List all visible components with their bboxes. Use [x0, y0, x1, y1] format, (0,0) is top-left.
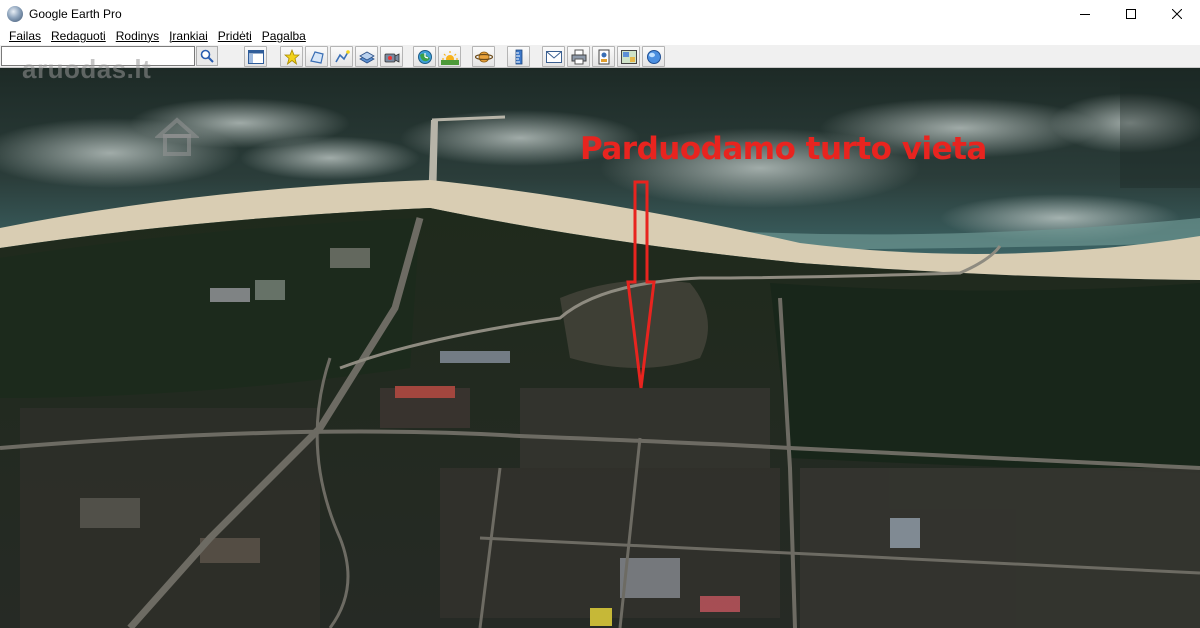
menu-bar: Failas Redaguoti Rodinys Įrankiai Pridėt…: [0, 27, 1200, 45]
title-bar: Google Earth Pro: [0, 0, 1200, 27]
print-icon: [571, 49, 586, 64]
add-placemark-icon: [283, 48, 300, 65]
magnifier-icon: [200, 49, 214, 63]
window-controls: [1062, 0, 1200, 27]
menu-failas[interactable]: Failas: [4, 29, 46, 43]
watermark-text: aruodas.lt: [22, 54, 152, 84]
toolbar: [0, 45, 1200, 68]
menu-redaguoti[interactable]: Redaguoti: [46, 29, 111, 43]
search-button[interactable]: [196, 46, 218, 66]
add-path-icon: [334, 49, 350, 62]
google-earth-app-icon: [7, 5, 23, 22]
planets-button[interactable]: [472, 46, 495, 67]
add-placemark-button[interactable]: [280, 46, 303, 67]
sidebar-toggle-button[interactable]: [244, 46, 267, 67]
ruler-icon: [515, 49, 522, 64]
web-globe-button[interactable]: [642, 46, 665, 67]
email-button[interactable]: [542, 46, 565, 67]
sunlight-icon: [440, 50, 459, 65]
record-tour-button[interactable]: [380, 46, 403, 67]
window-title: Google Earth Pro: [29, 6, 122, 21]
add-polygon-button[interactable]: [305, 46, 328, 67]
menu-prideti[interactable]: Pridėti: [213, 29, 257, 43]
historical-imagery-button[interactable]: [413, 46, 436, 67]
email-icon: [545, 50, 562, 63]
maximize-icon: [1126, 8, 1136, 19]
add-polygon-icon: [309, 50, 324, 64]
down-arrow-icon: [626, 180, 656, 389]
view-in-maps-icon: [620, 49, 637, 64]
menu-irankiai[interactable]: Įrankiai: [164, 29, 213, 43]
historical-imagery-icon: [417, 49, 432, 64]
forest-area: [770, 283, 1200, 473]
sidebar-toggle-icon: [247, 49, 264, 64]
save-image-icon: [598, 49, 609, 64]
print-button[interactable]: [567, 46, 590, 67]
close-button[interactable]: [1154, 0, 1200, 27]
add-image-overlay-button[interactable]: [355, 46, 378, 67]
ruler-button[interactable]: [507, 46, 530, 67]
add-path-button[interactable]: [330, 46, 353, 67]
close-icon: [1172, 8, 1182, 19]
save-image-button[interactable]: [592, 46, 615, 67]
annotation-label: Parduodamo turto vieta: [580, 131, 987, 167]
view-in-maps-button[interactable]: [617, 46, 640, 67]
sunlight-button[interactable]: [438, 46, 461, 67]
menu-pagalba[interactable]: Pagalba: [257, 29, 311, 43]
add-image-overlay-icon: [358, 51, 375, 63]
aruodas-logo-icon: [155, 117, 199, 156]
minimize-icon: [1080, 13, 1090, 15]
web-globe-icon: [646, 49, 661, 64]
maximize-button[interactable]: [1108, 0, 1154, 27]
menu-rodinys[interactable]: Rodinys: [111, 29, 164, 43]
minimize-button[interactable]: [1062, 0, 1108, 27]
planets-icon: [474, 51, 493, 62]
record-tour-icon: [384, 52, 399, 63]
